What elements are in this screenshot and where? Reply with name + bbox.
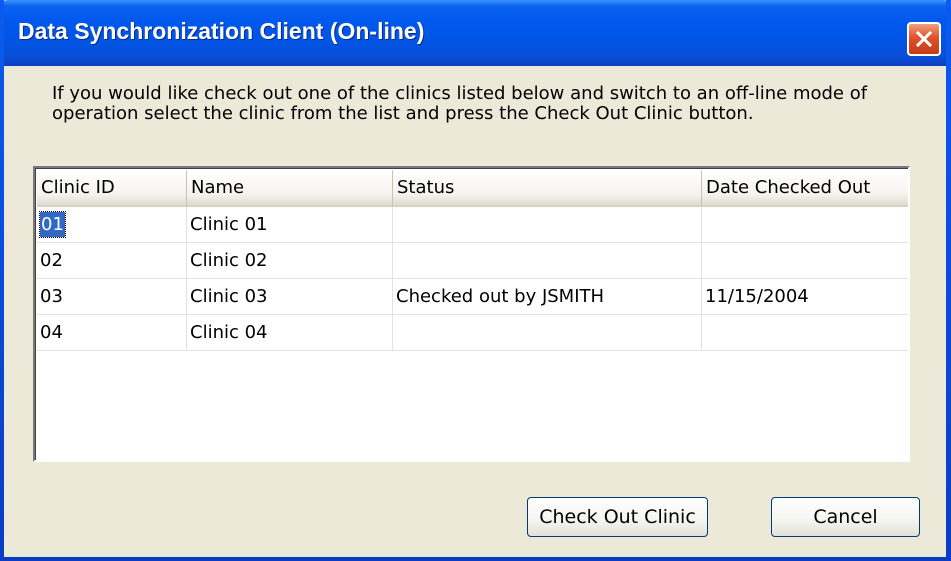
cell-name: Clinic 03 [187, 279, 393, 314]
table-row[interactable]: 04 Clinic 04 [37, 315, 908, 351]
cell-status [393, 207, 702, 242]
title-bar[interactable]: Data Synchronization Client (On-line) [0, 0, 951, 66]
cell-name: Clinic 01 [187, 207, 393, 242]
cell-name: Clinic 02 [187, 243, 393, 278]
cell-clinic-id: 01 [37, 207, 187, 242]
cell-date [702, 243, 908, 278]
column-header-clinic-id[interactable]: Clinic ID [37, 170, 187, 207]
instructions-text: If you would like check out one of the c… [52, 83, 868, 124]
cell-status: Checked out by JSMITH [393, 279, 702, 314]
cell-status [393, 315, 702, 350]
cell-clinic-id: 03 [37, 279, 187, 314]
cell-date [702, 315, 908, 350]
column-header-status[interactable]: Status [393, 170, 702, 207]
cell-date: 11/15/2004 [705, 286, 809, 307]
column-header-date-checked-out[interactable]: Date Checked Out [702, 170, 908, 207]
dialog-window: Data Synchronization Client (On-line) If… [0, 0, 951, 561]
table-row[interactable]: 03 Clinic 03 Checked out by JSMITH 11/15… [37, 279, 908, 315]
cell-clinic-id: 02 [37, 243, 187, 278]
cell-date [702, 207, 908, 242]
cell-clinic-id: 04 [37, 315, 187, 350]
cancel-button[interactable]: Cancel [771, 497, 920, 537]
close-button[interactable] [907, 22, 941, 56]
clinic-list[interactable]: Clinic ID Name Status Date Checked Out 0… [33, 166, 910, 462]
table-row[interactable]: 01 Clinic 01 [37, 207, 908, 243]
selected-cell-text: 01 [39, 211, 66, 238]
window-border-bottom [0, 557, 951, 561]
table-row[interactable]: 02 Clinic 02 [37, 243, 908, 279]
cell-name: Clinic 04 [187, 315, 393, 350]
window-border-right [946, 0, 951, 561]
list-header: Clinic ID Name Status Date Checked Out [37, 170, 908, 207]
window-title: Data Synchronization Client (On-line) [18, 18, 425, 44]
list-body: 01 Clinic 01 02 Clinic 02 03 Clinic 03 C… [37, 207, 908, 351]
close-icon [916, 31, 932, 47]
window-border-left [0, 0, 4, 561]
check-out-clinic-button[interactable]: Check Out Clinic [527, 497, 708, 537]
column-header-name[interactable]: Name [187, 170, 393, 207]
cell-status [393, 243, 702, 278]
